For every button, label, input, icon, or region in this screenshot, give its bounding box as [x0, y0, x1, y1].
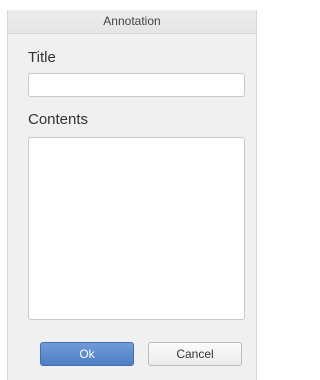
contents-label: Contents: [28, 111, 89, 128]
cancel-button[interactable]: Cancel: [148, 342, 242, 366]
title-input[interactable]: [28, 73, 245, 97]
contents-textarea[interactable]: [28, 137, 245, 320]
dialog-title: Annotation: [8, 10, 256, 34]
annotation-dialog: Annotation Title Contents Ok Cancel: [7, 10, 257, 380]
ok-button[interactable]: Ok: [40, 342, 134, 366]
title-label: Title: [28, 49, 56, 66]
